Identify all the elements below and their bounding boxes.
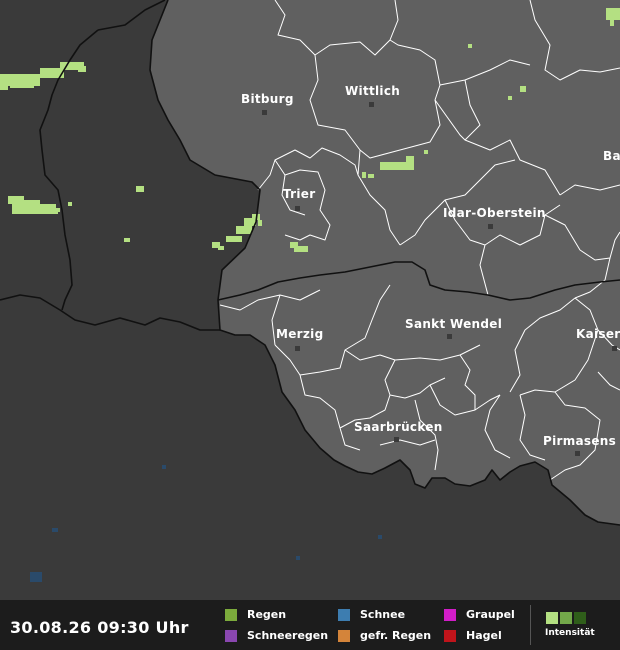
map-canvas: Bitburg Wittlich Trier Idar-Oberstein Ba… (0, 0, 620, 600)
legend-swatch-schnee (338, 608, 350, 621)
timestamp: 30.08.26 09:30 Uhr (10, 618, 189, 637)
legend-swatch-hagel (444, 629, 456, 642)
legend-label: Graupel (466, 608, 515, 621)
city-label-kaiser: Kaiser (576, 327, 620, 341)
city-label-wittlich: Wittlich (345, 84, 400, 98)
legend-label: Schneeregen (247, 629, 329, 642)
intensity-swatch-medium (560, 612, 572, 624)
legend-item-graupel: Graupel (444, 608, 515, 621)
intensity-swatch-heavy (574, 612, 586, 624)
city-label-ba: Ba (603, 149, 620, 163)
legend-label: Hagel (466, 629, 502, 642)
footer-bar: 30.08.26 09:30 Uhr Regen Schneeregen Sch… (0, 600, 620, 650)
city-label-sankt-wendel: Sankt Wendel (405, 317, 502, 331)
legend-swatch-schneeregen (225, 629, 237, 642)
legend-item-schneeregen: Schneeregen (225, 629, 328, 642)
legend-item-regen: Regen (225, 608, 286, 621)
legend-swatch-regen (225, 608, 237, 621)
legend-item-hagel: Hagel (444, 629, 502, 642)
legend-item-schnee: Schnee (338, 608, 405, 621)
legend-separator (530, 605, 531, 645)
city-label-merzig: Merzig (276, 327, 324, 341)
city-label-trier: Trier (283, 187, 315, 201)
legend-label: Schnee (360, 608, 406, 621)
legend-label: gefr. Regen (360, 629, 432, 642)
city-label-saarbruecken: Saarbrücken (354, 420, 443, 434)
intensity-swatch-light (546, 612, 558, 624)
legend-item-gefr-regen: gefr. Regen (338, 629, 431, 642)
city-label-idar-oberstein: Idar-Oberstein (443, 206, 546, 220)
legend-label: Regen (247, 608, 287, 621)
intensity-label: Intensität (545, 628, 595, 638)
radar-map[interactable]: Bitburg Wittlich Trier Idar-Oberstein Ba… (0, 0, 620, 600)
legend-swatch-graupel (444, 608, 456, 621)
city-label-bitburg: Bitburg (241, 92, 294, 106)
legend-swatch-gefr-regen (338, 629, 350, 642)
city-label-pirmasens: Pirmasens (543, 434, 616, 448)
